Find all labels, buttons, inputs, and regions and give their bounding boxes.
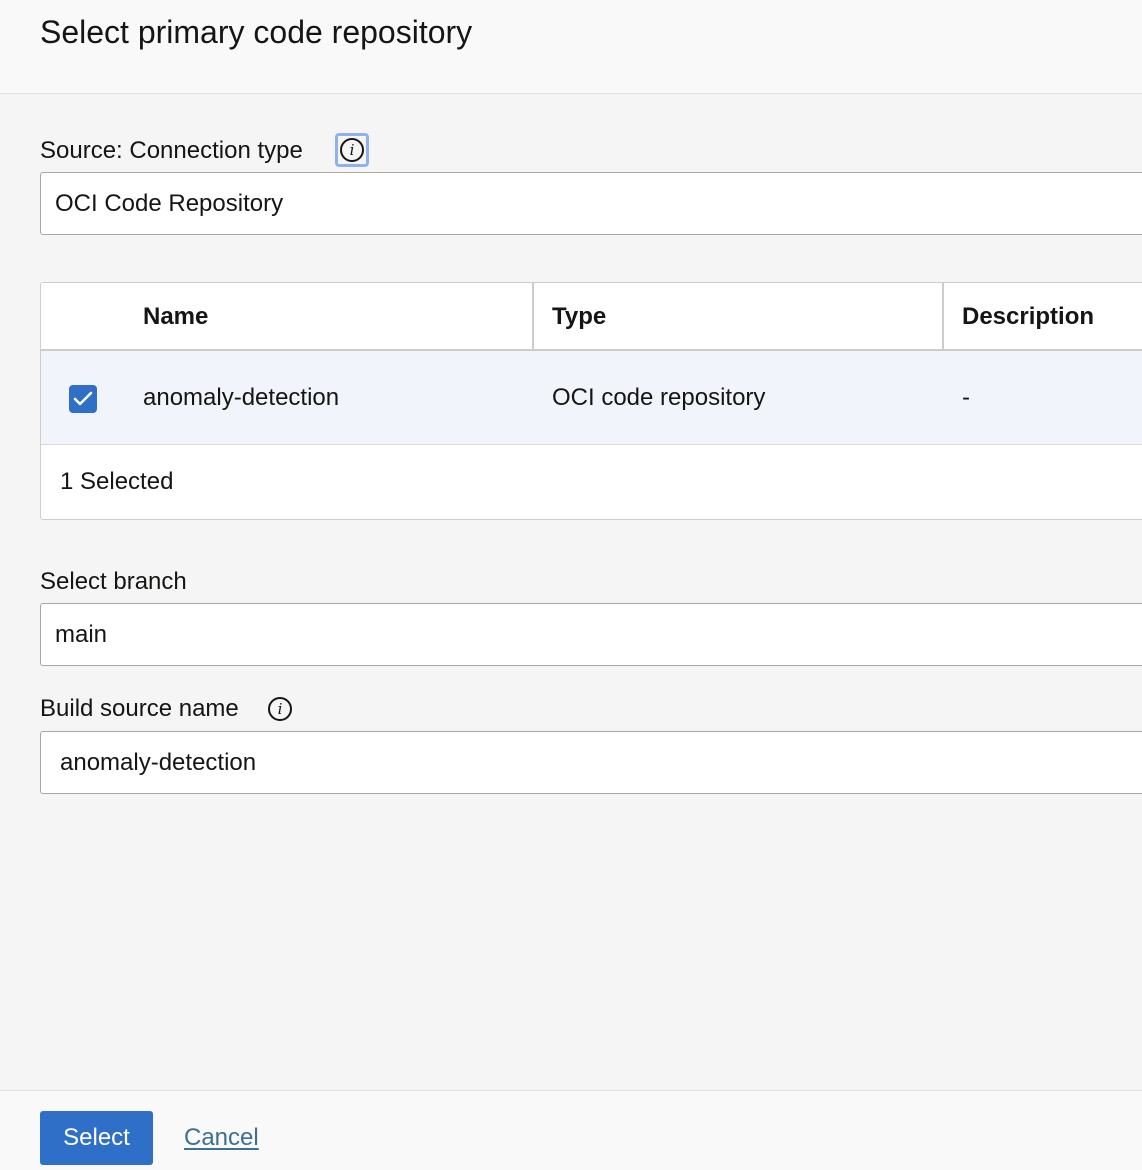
repository-table: Name Type Description anomaly-detection … bbox=[40, 282, 1142, 520]
table-row[interactable]: anomaly-detection OCI code repository - bbox=[41, 351, 1142, 445]
build-source-info-button[interactable]: i bbox=[265, 694, 295, 724]
table-header: Name Type Description bbox=[41, 283, 1142, 351]
dialog-header: Select primary code repository bbox=[0, 0, 1142, 94]
checkmark-icon bbox=[73, 391, 93, 406]
cell-type: OCI code repository bbox=[552, 384, 766, 411]
column-header-description[interactable]: Description bbox=[962, 283, 1094, 349]
cell-description: - bbox=[962, 384, 970, 411]
row-select-checkbox[interactable] bbox=[69, 385, 97, 413]
page-title: Select primary code repository bbox=[40, 14, 473, 50]
cancel-link[interactable]: Cancel bbox=[184, 1111, 259, 1165]
build-source-name-input[interactable]: anomaly-detection bbox=[40, 731, 1142, 794]
connection-type-label: Source: Connection type bbox=[40, 137, 303, 164]
column-header-name[interactable]: Name bbox=[143, 283, 208, 349]
column-header-type[interactable]: Type bbox=[552, 283, 606, 349]
info-icon: i bbox=[268, 697, 292, 721]
info-icon: i bbox=[340, 138, 364, 162]
table-footer: 1 Selected bbox=[41, 445, 1142, 519]
selected-count: 1 Selected bbox=[60, 468, 174, 495]
build-source-name-label: Build source name bbox=[40, 695, 239, 722]
select-button[interactable]: Select bbox=[40, 1111, 153, 1165]
column-resize-handle[interactable] bbox=[942, 283, 944, 349]
branch-label: Select branch bbox=[40, 568, 187, 595]
column-resize-handle[interactable] bbox=[532, 283, 534, 349]
branch-select[interactable]: main bbox=[40, 603, 1142, 666]
cell-name: anomaly-detection bbox=[143, 384, 340, 411]
connection-type-info-button[interactable]: i bbox=[335, 133, 369, 167]
dialog-footer: Select Cancel bbox=[0, 1090, 1142, 1170]
connection-type-field[interactable]: OCI Code Repository bbox=[40, 172, 1142, 235]
